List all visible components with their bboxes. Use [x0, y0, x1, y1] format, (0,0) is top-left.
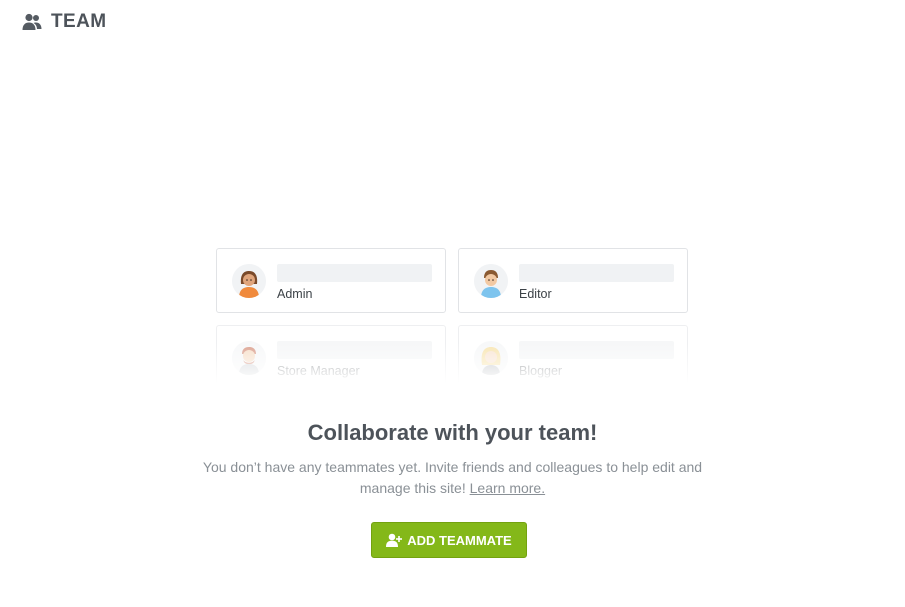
store-manager-avatar — [232, 341, 266, 375]
name-placeholder-bar — [277, 341, 432, 359]
role-label-editor: Editor — [519, 287, 552, 301]
add-teammate-label: ADD TEAMMATE — [407, 532, 512, 548]
learn-more-link[interactable]: Learn more. — [470, 480, 545, 496]
role-label-store-manager: Store Manager — [277, 364, 360, 378]
blogger-avatar — [474, 341, 508, 375]
empty-state-description: You don’t have any teammates yet. Invite… — [195, 457, 710, 499]
role-label-admin: Admin — [277, 287, 313, 301]
role-label-blogger: Blogger — [519, 364, 563, 378]
role-card-admin: Admin — [216, 248, 446, 313]
admin-avatar — [232, 264, 266, 298]
page-title: TEAM — [51, 11, 107, 32]
role-card-blogger: Blogger — [458, 325, 688, 388]
empty-state-heading: Collaborate with your team! — [307, 420, 598, 445]
add-teammate-button[interactable]: ADD TEAMMATE — [371, 522, 527, 558]
role-cards-illustration: Admin Editor Store Manager Blogger — [216, 248, 691, 388]
description-text: You don’t have any teammates yet. Invite… — [202, 459, 703, 496]
page-header: TEAM — [22, 11, 106, 33]
editor-avatar — [474, 264, 508, 298]
name-placeholder-bar — [277, 264, 432, 282]
role-card-store-manager: Store Manager — [216, 325, 446, 388]
name-placeholder-bar — [519, 341, 674, 359]
role-card-editor: Editor — [458, 248, 688, 313]
add-user-icon — [386, 533, 403, 547]
team-icon — [22, 13, 42, 30]
name-placeholder-bar — [519, 264, 674, 282]
